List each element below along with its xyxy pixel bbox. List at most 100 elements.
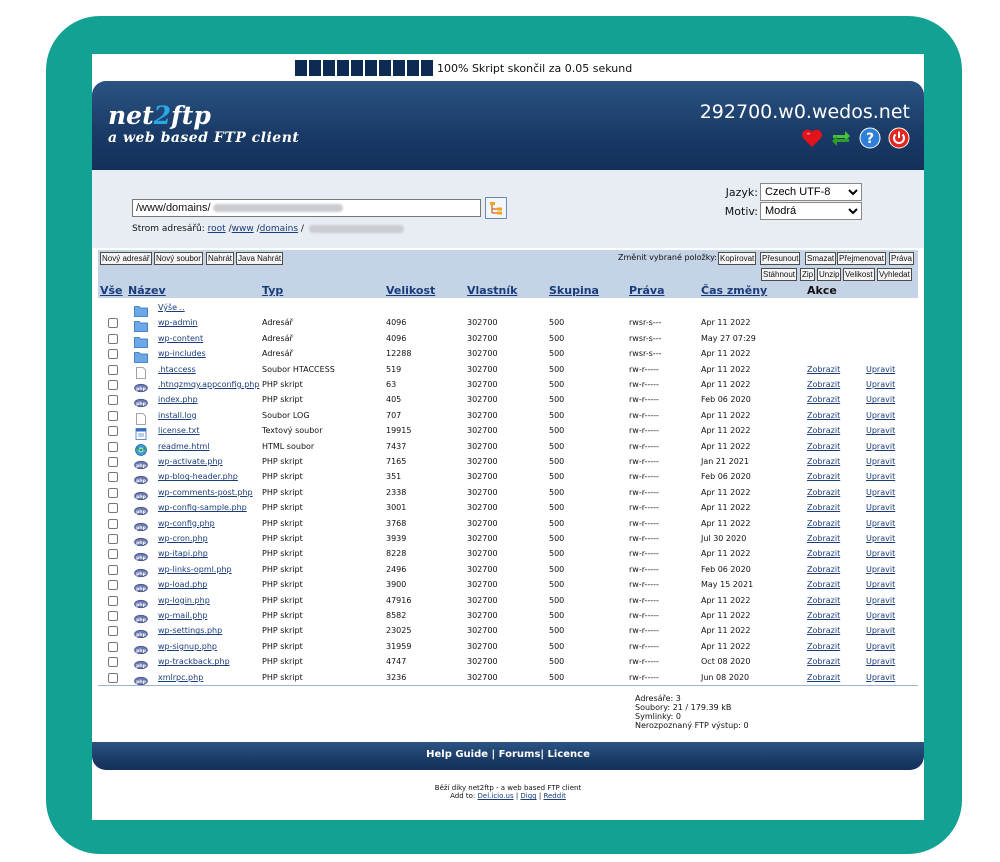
mtime-header[interactable]: Čas změny [701, 284, 767, 297]
unzip-button[interactable]: Unzip [817, 268, 842, 281]
view-link[interactable]: Zobrazit [807, 379, 840, 391]
size-header[interactable]: Velikost [386, 284, 435, 297]
new-file-button[interactable]: Nový soubor [154, 252, 203, 265]
edit-link[interactable]: Upravit [866, 379, 895, 391]
file-name-link[interactable]: readme.html [158, 441, 210, 453]
view-link[interactable]: Zobrazit [807, 471, 840, 483]
owner-header[interactable]: Vlastník [467, 284, 517, 297]
edit-link[interactable]: Upravit [866, 610, 895, 622]
file-name-link[interactable]: wp-blog-header.php [158, 471, 238, 483]
file-name-link[interactable]: .htnqzmqy.appconfig.php [158, 379, 259, 391]
view-link[interactable]: Zobrazit [807, 579, 840, 591]
select-all-header[interactable]: Vše [100, 284, 123, 297]
row-checkbox[interactable] [108, 395, 118, 406]
row-checkbox[interactable] [108, 472, 118, 483]
edit-link[interactable]: Upravit [866, 548, 895, 560]
name-header[interactable]: Název [128, 284, 166, 297]
file-name-link[interactable]: xmlrpc.php [158, 672, 203, 684]
view-link[interactable]: Zobrazit [807, 564, 840, 576]
zip-button[interactable]: Zip [800, 268, 816, 281]
row-checkbox[interactable] [108, 518, 118, 529]
type-header[interactable]: Typ [262, 284, 283, 297]
row-checkbox[interactable] [108, 549, 118, 560]
file-name-link[interactable]: wp-settings.php [158, 625, 222, 637]
view-link[interactable]: Zobrazit [807, 502, 840, 514]
file-name-link[interactable]: index.php [158, 394, 198, 406]
rights-button[interactable]: Práva [889, 252, 914, 265]
logo[interactable]: net2ftp a web based FTP client [108, 101, 299, 146]
file-name-link[interactable]: wp-load.php [158, 579, 207, 591]
edit-link[interactable]: Upravit [866, 394, 895, 406]
edit-link[interactable]: Upravit [866, 502, 895, 514]
heart-icon[interactable] [801, 127, 823, 149]
row-checkbox[interactable] [108, 672, 118, 683]
row-checkbox[interactable] [108, 611, 118, 621]
digg-link[interactable]: Digg [520, 792, 536, 800]
edit-link[interactable]: Upravit [866, 487, 895, 499]
size-button[interactable]: Velikost [843, 268, 875, 281]
edit-link[interactable]: Upravit [866, 672, 895, 684]
group-header[interactable]: Skupina [549, 284, 599, 297]
row-checkbox[interactable] [108, 503, 118, 514]
rename-button[interactable]: Přejmenovat [837, 252, 886, 265]
reddit-link[interactable]: Reddit [543, 792, 565, 800]
view-link[interactable]: Zobrazit [807, 441, 840, 453]
row-checkbox[interactable] [108, 410, 118, 421]
view-link[interactable]: Zobrazit [807, 595, 840, 607]
up-directory-link[interactable]: Výše .. [158, 302, 185, 314]
help-guide-link[interactable]: Help Guide [426, 749, 488, 760]
tree-link-www[interactable]: www [232, 224, 254, 234]
file-name-link[interactable]: wp-cron.php [158, 533, 208, 545]
licence-link[interactable]: Licence [548, 749, 590, 760]
table-row-up[interactable]: Výše .. [98, 301, 918, 317]
row-checkbox[interactable] [108, 657, 118, 668]
view-link[interactable]: Zobrazit [807, 487, 840, 499]
edit-link[interactable]: Upravit [866, 595, 895, 607]
view-link[interactable]: Zobrazit [807, 456, 840, 468]
refresh-icon[interactable] [830, 127, 852, 149]
language-select[interactable]: Czech UTF-8 [760, 183, 862, 201]
file-name-link[interactable]: install.log [158, 410, 197, 422]
file-name-link[interactable]: wp-links-opml.php [158, 564, 232, 576]
view-link[interactable]: Zobrazit [807, 610, 840, 622]
edit-link[interactable]: Upravit [866, 579, 895, 591]
row-checkbox[interactable] [108, 333, 118, 344]
upload-button[interactable]: Nahrát [206, 252, 235, 265]
view-link[interactable]: Zobrazit [807, 641, 840, 653]
tree-link-root[interactable]: root [208, 224, 226, 234]
file-name-link[interactable]: wp-admin [158, 317, 198, 329]
edit-link[interactable]: Upravit [866, 656, 895, 668]
tree-button[interactable] [485, 197, 507, 219]
new-directory-button[interactable]: Nový adresář [100, 252, 152, 265]
edit-link[interactable]: Upravit [866, 425, 895, 437]
file-name-link[interactable]: wp-content [158, 333, 203, 345]
file-name-link[interactable]: wp-activate.php [158, 456, 223, 468]
file-name-link[interactable]: wp-signup.php [158, 641, 217, 653]
search-button[interactable]: Vyhledat [877, 268, 912, 281]
delete-button[interactable]: Smazat [805, 252, 837, 265]
row-checkbox[interactable] [108, 441, 118, 452]
view-link[interactable]: Zobrazit [807, 548, 840, 560]
file-name-link[interactable]: license.txt [158, 425, 199, 437]
file-name-link[interactable]: wp-comments-post.php [158, 487, 253, 499]
view-link[interactable]: Zobrazit [807, 364, 840, 376]
theme-select[interactable]: Modrá [760, 202, 862, 220]
view-link[interactable]: Zobrazit [807, 533, 840, 545]
copy-button[interactable]: Kopírovat [718, 252, 757, 265]
edit-link[interactable]: Upravit [866, 441, 895, 453]
row-checkbox[interactable] [108, 380, 118, 390]
java-upload-button[interactable]: Java Nahrát [236, 252, 284, 265]
view-link[interactable]: Zobrazit [807, 625, 840, 637]
forums-link[interactable]: Forums [499, 749, 541, 760]
file-name-link[interactable]: wp-mail.php [158, 610, 207, 622]
download-button[interactable]: Stáhnout [761, 268, 798, 281]
tree-link-domains[interactable]: domains [260, 224, 298, 234]
view-link[interactable]: Zobrazit [807, 394, 840, 406]
edit-link[interactable]: Upravit [866, 518, 895, 530]
row-checkbox[interactable] [108, 564, 118, 575]
row-checkbox[interactable] [108, 318, 118, 329]
directory-input[interactable]: /www/domains/ [132, 199, 481, 217]
edit-link[interactable]: Upravit [866, 641, 895, 653]
delicious-link[interactable]: Del.icio.us [478, 792, 514, 800]
row-checkbox[interactable] [108, 580, 118, 591]
